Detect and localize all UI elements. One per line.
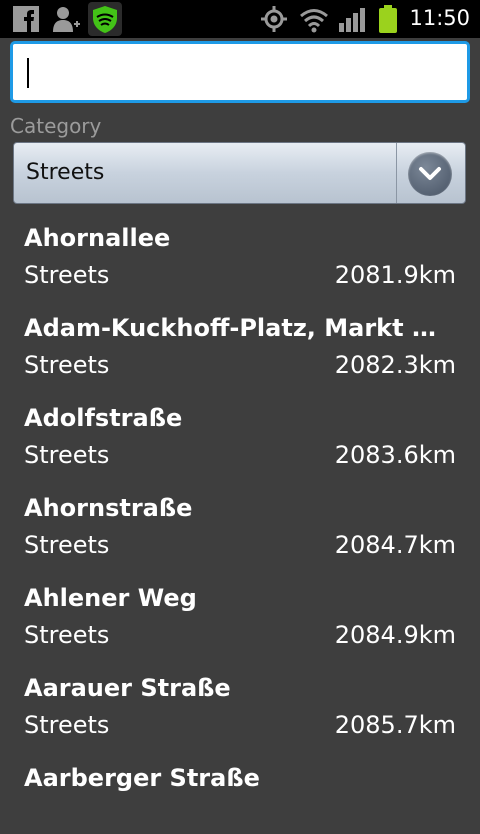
result-name: Aarauer Straße: [24, 674, 231, 702]
result-name: Ahornstraße: [24, 494, 193, 522]
gps-icon: [260, 5, 288, 33]
result-category: Streets: [24, 441, 110, 469]
status-time: 11:50: [409, 6, 470, 30]
result-distance: 2084.7km: [334, 531, 456, 559]
result-category: Streets: [24, 621, 110, 649]
result-distance: 2085.7km: [334, 711, 456, 739]
battery-icon: [378, 5, 398, 33]
list-item[interactable]: Aarberger Straße: [0, 744, 480, 834]
list-item[interactable]: Adam-Kuckhoff-Platz, Markt Mi... Streets…: [0, 294, 480, 384]
text-cursor: [27, 58, 29, 88]
signal-icon: [337, 5, 365, 33]
security-shield-icon: [88, 2, 122, 36]
status-bar: 11:50: [0, 0, 480, 38]
category-selected-value: Streets: [26, 160, 105, 185]
result-category: Streets: [24, 711, 110, 739]
results-list: Ahornallee Streets 2081.9km Adam-Kuckhof…: [0, 204, 480, 834]
result-category: Streets: [24, 531, 110, 559]
spinner-divider: [396, 143, 397, 203]
result-name: Adam-Kuckhoff-Platz, Markt Mi...: [24, 314, 456, 342]
facebook-icon: [12, 5, 40, 33]
result-name: Ahornallee: [24, 224, 171, 252]
result-distance: 2084.9km: [334, 621, 456, 649]
result-category: Streets: [24, 261, 110, 289]
add-contact-icon: [52, 5, 80, 33]
list-item[interactable]: Ahornstraße Streets 2084.7km: [0, 474, 480, 564]
list-item[interactable]: Ahlener Weg Streets 2084.9km: [0, 564, 480, 654]
result-distance: 2083.6km: [334, 441, 456, 469]
search-box[interactable]: [10, 41, 470, 103]
list-item[interactable]: Aarauer Straße Streets 2085.7km: [0, 654, 480, 744]
result-distance: 2081.9km: [334, 261, 456, 289]
list-item[interactable]: Ahornallee Streets 2081.9km: [0, 204, 480, 294]
chevron-down-icon[interactable]: [408, 152, 452, 196]
result-name: Ahlener Weg: [24, 584, 197, 612]
category-spinner[interactable]: Streets: [13, 142, 466, 204]
category-label: Category: [10, 114, 102, 138]
search-input[interactable]: [13, 44, 467, 100]
wifi-icon: [299, 5, 328, 33]
result-category: Streets: [24, 351, 110, 379]
result-distance: 2082.3km: [334, 351, 456, 379]
result-name: Aarberger Straße: [24, 764, 260, 792]
result-name: Adolfstraße: [24, 404, 183, 432]
list-item[interactable]: Adolfstraße Streets 2083.6km: [0, 384, 480, 474]
